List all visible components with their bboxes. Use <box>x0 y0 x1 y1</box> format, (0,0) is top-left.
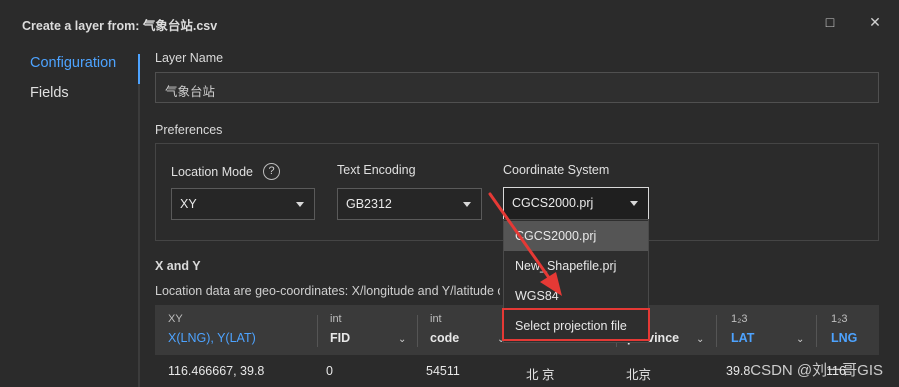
watermark-text: CSDN @刘一哥GIS <box>750 362 883 379</box>
annotation-arrow-icon <box>488 192 562 296</box>
